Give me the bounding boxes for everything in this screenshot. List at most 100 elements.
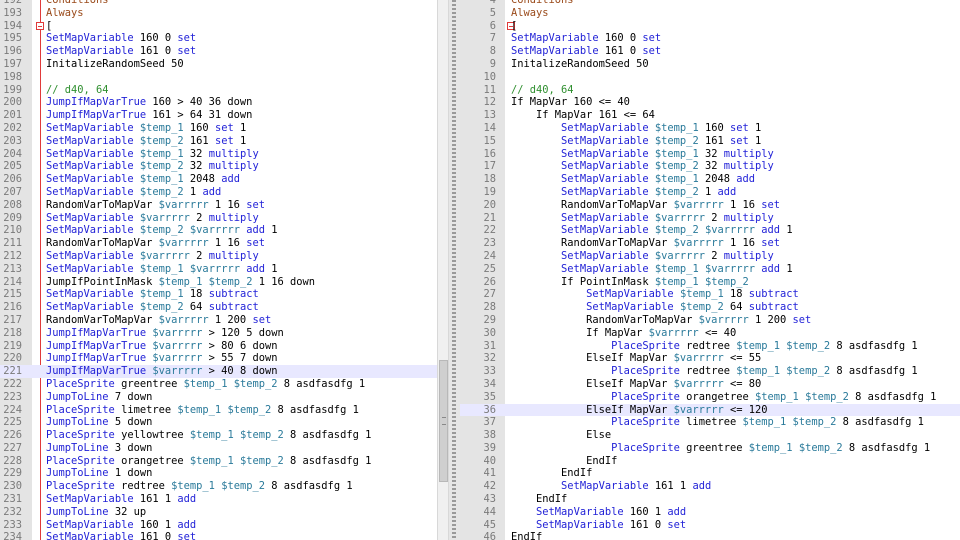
code-line[interactable]: 232 JumpToLine 32 up	[0, 506, 437, 519]
code-line[interactable]: 37 PlaceSprite limetree $temp_1 $temp_2 …	[460, 416, 960, 429]
code-text: [	[46, 20, 52, 33]
code-line[interactable]: 210 SetMapVariable $temp_2 $varrrrr add 1	[0, 224, 437, 237]
right-code-lines[interactable]: 4 Conditions 5 Always 6[7 SetMapVariable 160 …	[460, 0, 960, 540]
code-line[interactable]: 219 JumpIfMapVarTrue $varrrrr > 80 6 down	[0, 340, 437, 353]
code-line[interactable]: 212 SetMapVariable $varrrrr 2 multiply	[0, 250, 437, 263]
code-line[interactable]: 31 PlaceSprite redtree $temp_1 $temp_2 8…	[460, 340, 960, 353]
code-text: If MapVar 161 <= 64	[511, 109, 655, 122]
code-line[interactable]: 18 SetMapVariable $temp_1 2048 add	[460, 173, 960, 186]
code-line[interactable]: 6[	[460, 20, 960, 33]
code-line[interactable]: 34 ElseIf MapVar $varrrrr <= 80	[460, 378, 960, 391]
code-line[interactable]: 207 SetMapVariable $temp_2 1 add	[0, 186, 437, 199]
code-line[interactable]: 195 SetMapVariable 160 0 set	[0, 32, 437, 45]
code-line[interactable]: 224 PlaceSprite limetree $temp_1 $temp_2 …	[0, 404, 437, 417]
code-line[interactable]: 27 SetMapVariable $temp_1 18 subtract	[460, 288, 960, 301]
code-line[interactable]: 12 If MapVar 160 <= 40	[460, 96, 960, 109]
code-line[interactable]: 13 If MapVar 161 <= 64	[460, 109, 960, 122]
right-editor-pane[interactable]: 4 Conditions 5 Always 6[7 SetMapVariable 160 …	[460, 0, 960, 540]
code-line[interactable]: 20 RandomVarToMapVar $varrrrr 1 16 set	[460, 199, 960, 212]
code-token: SetMapVariable	[561, 160, 649, 173]
code-line[interactable]: 26 If PointInMask $temp_1 $temp_2	[460, 276, 960, 289]
code-line[interactable]: 200 JumpIfMapVarTrue 160 > 40 36 down	[0, 96, 437, 109]
code-line[interactable]: 41 EndIf	[460, 467, 960, 480]
code-line[interactable]: 201 JumpIfMapVarTrue 161 > 64 31 down	[0, 109, 437, 122]
code-line[interactable]: 193 Always	[0, 7, 437, 20]
code-token: subtract	[748, 288, 799, 301]
left-editor-pane[interactable]: 192 Conditions 193 Always 194 [195 SetMapVaria…	[0, 0, 437, 540]
code-line[interactable]: 4 Conditions	[460, 0, 960, 7]
split-view-divider[interactable]	[449, 0, 460, 540]
code-line[interactable]: 216 SetMapVariable $temp_2 64 subtract	[0, 301, 437, 314]
code-line[interactable]: 22 SetMapVariable $temp_2 $varrrrr add 1	[460, 224, 960, 237]
code-line[interactable]: 202 SetMapVariable $temp_1 160 set 1	[0, 122, 437, 135]
code-line[interactable]: 15 SetMapVariable $temp_2 161 set 1	[460, 135, 960, 148]
code-line[interactable]: 211 RandomVarToMapVar $varrrrr 1 16 set	[0, 237, 437, 250]
code-line[interactable]: 40 EndIf	[460, 455, 960, 468]
code-line[interactable]: 203 SetMapVariable $temp_2 161 set 1	[0, 135, 437, 148]
code-line[interactable]: 225 JumpToLine 5 down	[0, 416, 437, 429]
code-line[interactable]: 14 SetMapVariable $temp_1 160 set 1	[460, 122, 960, 135]
code-line[interactable]: 39 PlaceSprite greentree $temp_1 $temp_2…	[460, 442, 960, 455]
code-line[interactable]: 205 SetMapVariable $temp_2 32 multiply	[0, 160, 437, 173]
code-line[interactable]: 45 SetMapVariable 161 0 set	[460, 519, 960, 532]
code-line[interactable]: 23 RandomVarToMapVar $varrrrr 1 16 set	[460, 237, 960, 250]
code-line[interactable]: 19 SetMapVariable $temp_2 1 add	[460, 186, 960, 199]
code-line[interactable]: 213 SetMapVariable $temp_1 $varrrrr add 1	[0, 263, 437, 276]
code-line[interactable]: 35 PlaceSprite orangetree $temp_1 $temp_…	[460, 391, 960, 404]
code-line[interactable]: 199 // d40, 64	[0, 84, 437, 97]
code-line[interactable]: 206 SetMapVariable $temp_1 2048 add	[0, 173, 437, 186]
code-line[interactable]: 229 JumpToLine 1 down	[0, 467, 437, 480]
code-line[interactable]: 218 JumpIfMapVarTrue $varrrrr > 120 5 dow…	[0, 327, 437, 340]
code-line[interactable]: 196 SetMapVariable 161 0 set	[0, 45, 437, 58]
left-vertical-scrollbar[interactable]	[437, 0, 449, 540]
code-line[interactable]: 233 SetMapVariable 160 1 add	[0, 519, 437, 532]
code-line[interactable]: 222 PlaceSprite greentree $temp_1 $temp_2…	[0, 378, 437, 391]
code-line[interactable]: 43 EndIf	[460, 493, 960, 506]
code-line[interactable]: 17 SetMapVariable $temp_2 32 multiply	[460, 160, 960, 173]
code-line[interactable]: 21 SetMapVariable $varrrrr 2 multiply	[460, 212, 960, 225]
code-line[interactable]: 194 [	[0, 20, 437, 33]
code-line[interactable]: 8 SetMapVariable 161 0 set	[460, 45, 960, 58]
code-line[interactable]: 208 RandomVarToMapVar $varrrrr 1 16 set	[0, 199, 437, 212]
code-line[interactable]: 46 EndIf	[460, 531, 960, 540]
code-line[interactable]: 11 // d40, 64	[460, 84, 960, 97]
code-line[interactable]: 33 PlaceSprite redtree $temp_1 $temp_2 8…	[460, 365, 960, 378]
left-scroll-thumb[interactable]	[439, 360, 448, 482]
code-line[interactable]: 32 ElseIf MapVar $varrrrr <= 55	[460, 352, 960, 365]
code-line[interactable]: 223 JumpToLine 7 down	[0, 391, 437, 404]
code-line[interactable]: 25 SetMapVariable $temp_1 $varrrrr add 1	[460, 263, 960, 276]
code-line[interactable]: 29 RandomVarToMapVar $varrrrr 1 200 set	[460, 314, 960, 327]
code-line[interactable]: 226 PlaceSprite yellowtree $temp_1 $temp_…	[0, 429, 437, 442]
code-line[interactable]: 192 Conditions	[0, 0, 437, 7]
code-line[interactable]: 38 Else	[460, 429, 960, 442]
code-line[interactable]: 16 SetMapVariable $temp_1 32 multiply	[460, 148, 960, 161]
fold-toggle-icon[interactable]	[36, 21, 44, 30]
code-line[interactable]: 209 SetMapVariable $varrrrr 2 multiply	[0, 212, 437, 225]
code-line[interactable]: 5 Always	[460, 7, 960, 20]
code-line[interactable]: 198	[0, 71, 437, 84]
code-line[interactable]: 30 If MapVar $varrrrr <= 40	[460, 327, 960, 340]
code-line[interactable]: 215 SetMapVariable $temp_1 18 subtract	[0, 288, 437, 301]
code-token: $temp_1	[177, 403, 222, 416]
code-line[interactable]: 220 JumpIfMapVarTrue $varrrrr > 55 7 down	[0, 352, 437, 365]
code-line[interactable]: 227 JumpToLine 3 down	[0, 442, 437, 455]
left-code-lines[interactable]: 192 Conditions 193 Always 194 [195 SetMapVaria…	[0, 0, 437, 540]
code-line[interactable]: 42 SetMapVariable 161 1 add	[460, 480, 960, 493]
code-line[interactable]: 234 SetMapVariable 161 0 set	[0, 531, 437, 540]
code-line[interactable]: 217 RandomVarToMapVar $varrrrr 1 200 set	[0, 314, 437, 327]
code-line[interactable]: 214 JumpIfPointInMask $temp_1 $temp_2 1 1…	[0, 276, 437, 289]
code-line[interactable]: 197 InitalizeRandomSeed 50	[0, 58, 437, 71]
code-line[interactable]: 24 SetMapVariable $varrrrr 2 multiply	[460, 250, 960, 263]
code-text: // d40, 64	[46, 84, 109, 97]
code-line[interactable]: 28 SetMapVariable $temp_2 64 subtract	[460, 301, 960, 314]
code-line[interactable]: 221 JumpIfMapVarTrue $varrrrr > 40 8 down	[0, 365, 437, 378]
code-line[interactable]: 44 SetMapVariable 160 1 add	[460, 506, 960, 519]
code-line[interactable]: 36 ElseIf MapVar $varrrrr <= 120	[460, 403, 960, 417]
code-line[interactable]: 230 PlaceSprite redtree $temp_1 $temp_2 8…	[0, 480, 437, 493]
code-line[interactable]: 228 PlaceSprite orangetree $temp_1 $temp_…	[0, 455, 437, 468]
code-line[interactable]: 204 SetMapVariable $temp_1 32 multiply	[0, 148, 437, 161]
code-line[interactable]: 7 SetMapVariable 160 0 set	[460, 32, 960, 45]
code-line[interactable]: 10	[460, 71, 960, 84]
code-line[interactable]: 231 SetMapVariable 161 1 add	[0, 493, 437, 506]
code-line[interactable]: 9 InitalizeRandomSeed 50	[460, 58, 960, 71]
